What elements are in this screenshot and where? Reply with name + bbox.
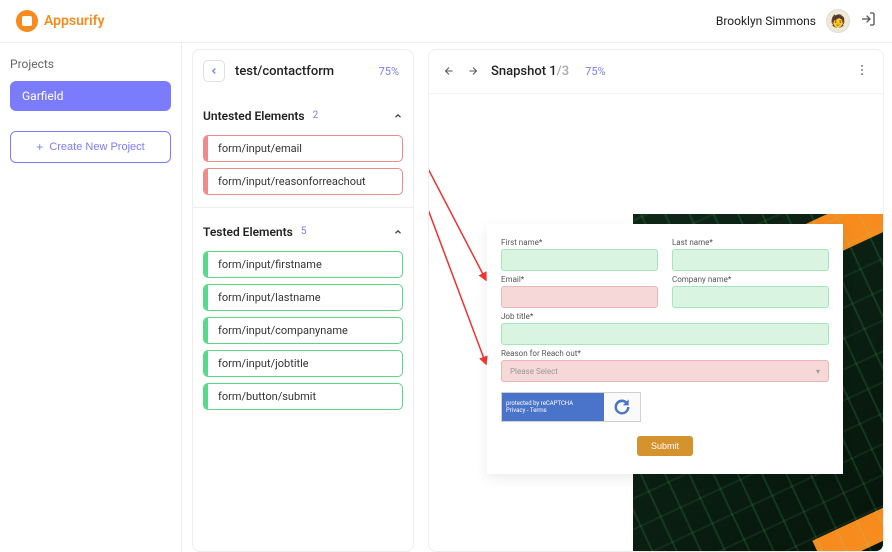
brand-name: Appsurify (44, 13, 105, 29)
user-name: Brooklyn Simmons (716, 14, 816, 28)
user-area: Brooklyn Simmons 🧑 (716, 9, 876, 33)
avatar[interactable]: 🧑 (826, 9, 850, 33)
untested-list: form/input/email form/input/reasonforrea… (203, 135, 403, 195)
sidebar-heading: Projects (10, 57, 171, 71)
recaptcha-text: protected by reCAPTCHA (506, 400, 600, 407)
main: test/contactform 75% Untested Elements 2… (192, 49, 892, 552)
element-item-untested[interactable]: form/input/reasonforreachout (203, 168, 403, 195)
untested-section-header[interactable]: Untested Elements 2 (203, 100, 403, 131)
job-title-input[interactable] (501, 323, 829, 345)
tested-title: Tested Elements (203, 225, 293, 239)
chevron-down-icon: ▾ (816, 367, 820, 376)
recaptcha-links[interactable]: Privacy - Terms (506, 407, 600, 414)
snapshot-body: First name* Last name* Email* Company na… (429, 94, 883, 551)
element-item-tested[interactable]: form/button/submit (203, 383, 403, 410)
snapshot-percent: 75% (585, 65, 605, 78)
last-name-label: Last name* (672, 238, 829, 247)
element-item-tested[interactable]: form/input/firstname (203, 251, 403, 278)
submit-button[interactable]: Submit (637, 436, 693, 456)
reason-placeholder: Please Select (510, 367, 558, 376)
reason-select[interactable]: Please Select ▾ (501, 360, 829, 382)
element-item-untested[interactable]: form/input/email (203, 135, 403, 162)
snapshot-header: Snapshot 1/3 75% (429, 50, 883, 94)
company-label: Company name* (672, 275, 829, 284)
brand-icon (16, 10, 38, 32)
plus-icon: + (36, 140, 43, 154)
untested-count: 2 (313, 110, 319, 121)
next-snapshot-button[interactable] (467, 62, 479, 81)
tested-count: 5 (301, 226, 307, 237)
untested-title: Untested Elements (203, 109, 305, 123)
panel-percent: 75% (379, 65, 399, 78)
back-button[interactable] (203, 60, 225, 82)
recaptcha-badge: protected by reCAPTCHA Privacy - Terms (501, 392, 641, 422)
prev-snapshot-button[interactable] (443, 62, 455, 81)
tested-section-header[interactable]: Tested Elements 5 (203, 216, 403, 247)
elements-panel: test/contactform 75% Untested Elements 2… (192, 49, 414, 552)
element-item-tested[interactable]: form/input/companyname (203, 317, 403, 344)
create-project-button[interactable]: + Create New Project (10, 131, 171, 163)
first-name-input[interactable] (501, 249, 658, 271)
brand-logo[interactable]: Appsurify (16, 10, 105, 32)
email-input[interactable] (501, 286, 658, 308)
reason-label: Reason for Reach out* (501, 349, 829, 358)
email-label: Email* (501, 275, 658, 284)
first-name-label: First name* (501, 238, 658, 247)
tested-list: form/input/firstname form/input/lastname… (203, 251, 403, 410)
create-project-label: Create New Project (49, 141, 144, 153)
recaptcha-icon (604, 393, 640, 421)
last-name-input[interactable] (672, 249, 829, 271)
chevron-up-icon (393, 106, 403, 125)
element-item-tested[interactable]: form/input/jobtitle (203, 350, 403, 377)
divider (193, 207, 413, 208)
elements-panel-header: test/contactform 75% (203, 60, 403, 82)
element-item-tested[interactable]: form/input/lastname (203, 284, 403, 311)
sidebar: Projects Garfield + Create New Project (0, 43, 182, 552)
panel-title: test/contactform (235, 64, 334, 79)
chevron-up-icon (393, 222, 403, 241)
topbar: Appsurify Brooklyn Simmons 🧑 (0, 0, 892, 43)
logout-icon[interactable] (860, 11, 876, 31)
form-card: First name* Last name* Email* Company na… (487, 224, 843, 474)
snapshot-title: Snapshot 1/3 (491, 64, 569, 79)
job-title-label: Job title* (501, 312, 829, 321)
sidebar-item-project[interactable]: Garfield (10, 81, 171, 111)
snapshot-panel: Snapshot 1/3 75% First name* Last name* (428, 49, 884, 552)
more-menu-button[interactable] (855, 62, 869, 81)
company-name-input[interactable] (672, 286, 829, 308)
